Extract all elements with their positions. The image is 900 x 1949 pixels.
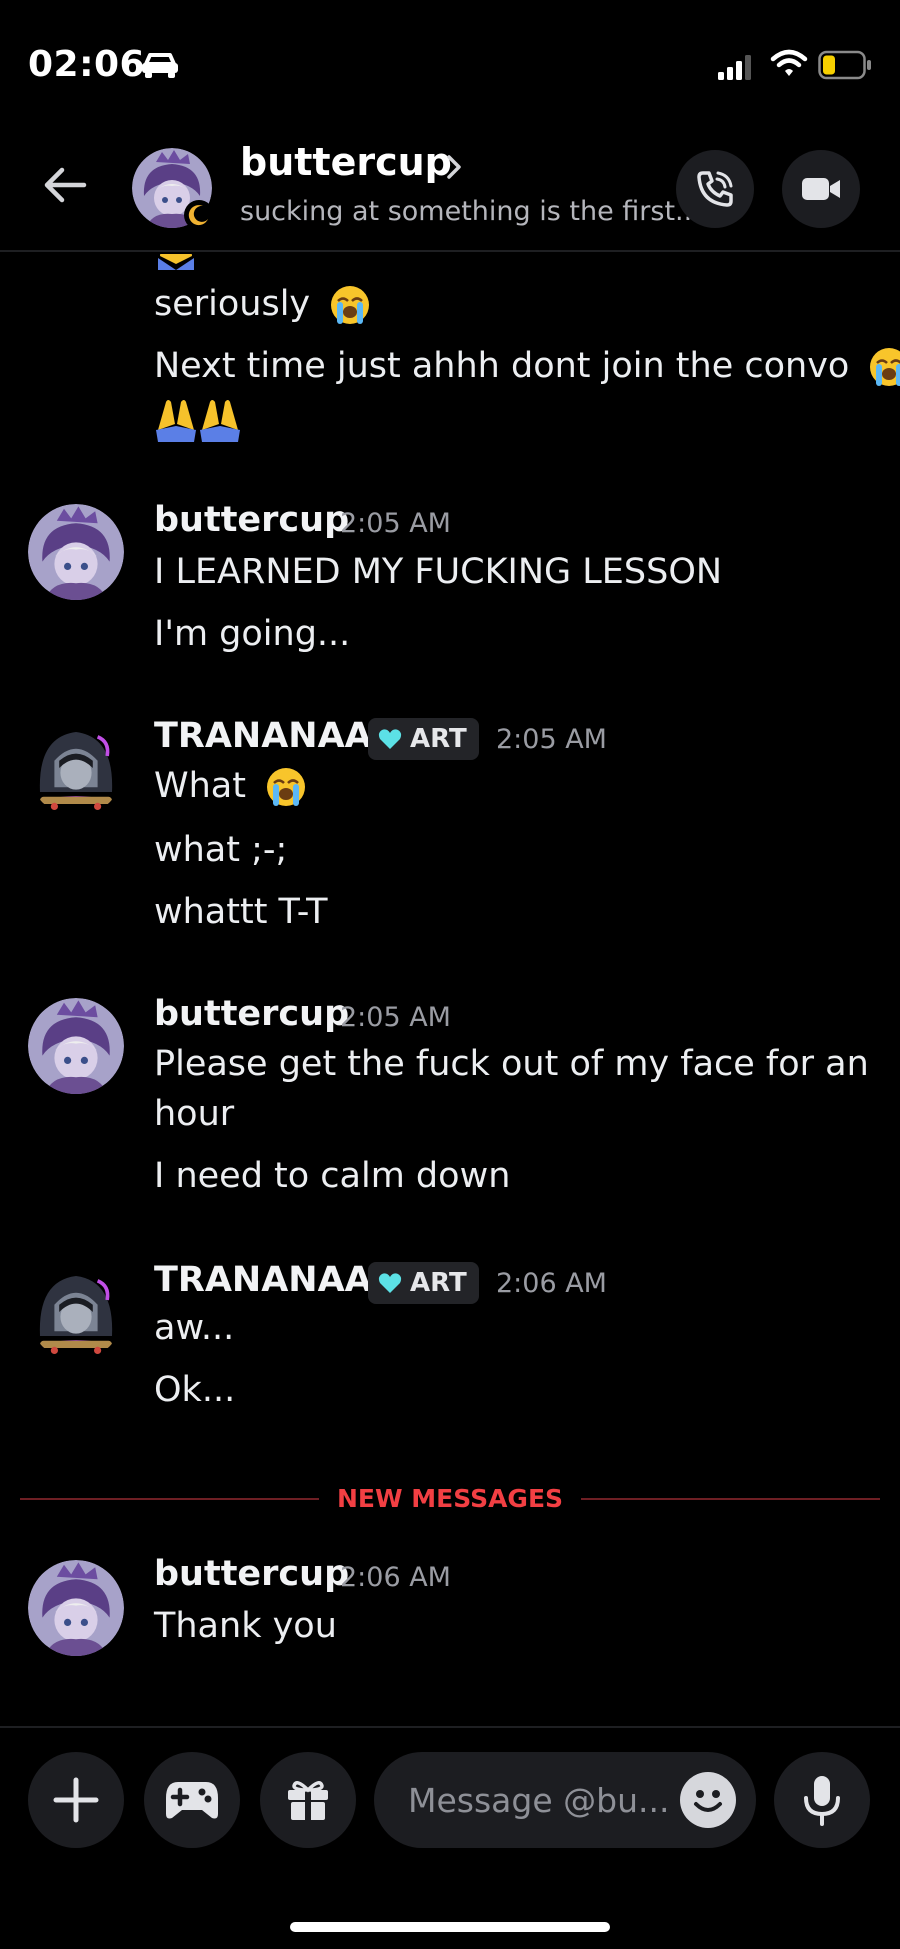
- message-text: Please get the fuck out of my face for a…: [154, 1044, 869, 1084]
- heart-icon: [378, 729, 402, 749]
- message-timestamp: 2:05 AM: [340, 1002, 451, 1033]
- message-timestamp: 2:05 AM: [340, 508, 451, 539]
- header-username[interactable]: buttercup: [240, 140, 452, 184]
- signal-icon: [718, 55, 751, 80]
- message-text: whattt T-T: [154, 892, 328, 932]
- loudly-crying-emoji: [267, 768, 306, 806]
- message-timestamp: 2:06 AM: [340, 1562, 451, 1593]
- attach-button[interactable]: [28, 1752, 124, 1848]
- message-author[interactable]: buttercup: [154, 994, 349, 1034]
- message-text: hour: [154, 1094, 235, 1134]
- message-text: Ok...: [154, 1370, 236, 1410]
- message-text: what ;-;: [154, 830, 288, 870]
- status-bar: 02:06: [0, 0, 900, 120]
- gamepad-icon: [166, 1782, 218, 1819]
- new-messages-divider: NEW MESSAGES: [20, 1484, 880, 1514]
- message-timestamp: 2:06 AM: [496, 1268, 607, 1299]
- back-arrow-icon[interactable]: [40, 160, 90, 210]
- message-input[interactable]: [408, 1752, 678, 1848]
- message-timestamp: 2:05 AM: [496, 724, 607, 755]
- activities-button[interactable]: [144, 1752, 240, 1848]
- message-input-container[interactable]: [374, 1752, 756, 1848]
- microphone-icon: [804, 1776, 840, 1826]
- heart-icon: [378, 1273, 402, 1293]
- phone-call-icon: [697, 171, 733, 207]
- composer-bar: [0, 1726, 900, 1949]
- message-text: Thank you: [154, 1606, 337, 1646]
- role-tag-label: ART: [410, 1268, 467, 1298]
- avatar[interactable]: [28, 504, 124, 600]
- message-list[interactable]: seriously Next time just ahhh dont join …: [0, 254, 900, 1726]
- chevron-right-icon[interactable]: [444, 154, 464, 180]
- folded-hands-emoji: [156, 400, 196, 442]
- message-text: I need to calm down: [154, 1156, 511, 1196]
- status-time: 02:06: [28, 44, 146, 85]
- role-tag-label: ART: [410, 724, 467, 754]
- avatar[interactable]: [28, 1264, 124, 1360]
- message-text: What: [154, 766, 307, 808]
- car-icon: [142, 53, 178, 78]
- gift-icon: [288, 1781, 328, 1820]
- chat-header: buttercup sucking at something is the fi…: [0, 130, 900, 252]
- message-text: I LEARNED MY FUCKING LESSON: [154, 552, 723, 592]
- folded-hands-emoji: [200, 400, 240, 442]
- role-tag[interactable]: ART: [368, 718, 479, 760]
- message-author[interactable]: TRANANAA: [154, 716, 372, 756]
- avatar[interactable]: [28, 720, 124, 816]
- header-custom-status: sucking at something is the first...: [240, 196, 701, 227]
- loudly-crying-emoji: [870, 348, 900, 386]
- home-indicator[interactable]: [290, 1922, 610, 1932]
- message-author[interactable]: TRANANAA: [154, 1260, 372, 1300]
- battery-icon: [818, 50, 871, 80]
- voice-message-button[interactable]: [774, 1752, 870, 1848]
- message-text: aw...: [154, 1308, 235, 1348]
- video-camera-icon: [802, 178, 840, 200]
- new-messages-label: NEW MESSAGES: [318, 1484, 582, 1513]
- video-call-button[interactable]: [782, 150, 860, 228]
- loudly-crying-emoji: [331, 286, 370, 324]
- folded-hands-emoji: [158, 254, 194, 270]
- message-author[interactable]: buttercup: [154, 500, 349, 540]
- message-emoji-line: [154, 396, 242, 442]
- gift-button[interactable]: [260, 1752, 356, 1848]
- moon-icon: [184, 200, 214, 230]
- message-text: Next time just ahhh dont join the convo: [154, 346, 900, 388]
- role-tag[interactable]: ART: [368, 1262, 479, 1304]
- emoji-icon: [682, 1774, 734, 1826]
- message-text: seriously: [154, 284, 371, 326]
- message-text: I'm going...: [154, 614, 351, 654]
- plus-icon: [53, 1777, 99, 1823]
- message-author[interactable]: buttercup: [154, 1554, 349, 1594]
- avatar[interactable]: [28, 998, 124, 1094]
- emoji-picker-button[interactable]: [680, 1772, 736, 1828]
- voice-call-button[interactable]: [676, 150, 754, 228]
- wifi-icon: [770, 49, 808, 76]
- avatar[interactable]: [28, 1560, 124, 1656]
